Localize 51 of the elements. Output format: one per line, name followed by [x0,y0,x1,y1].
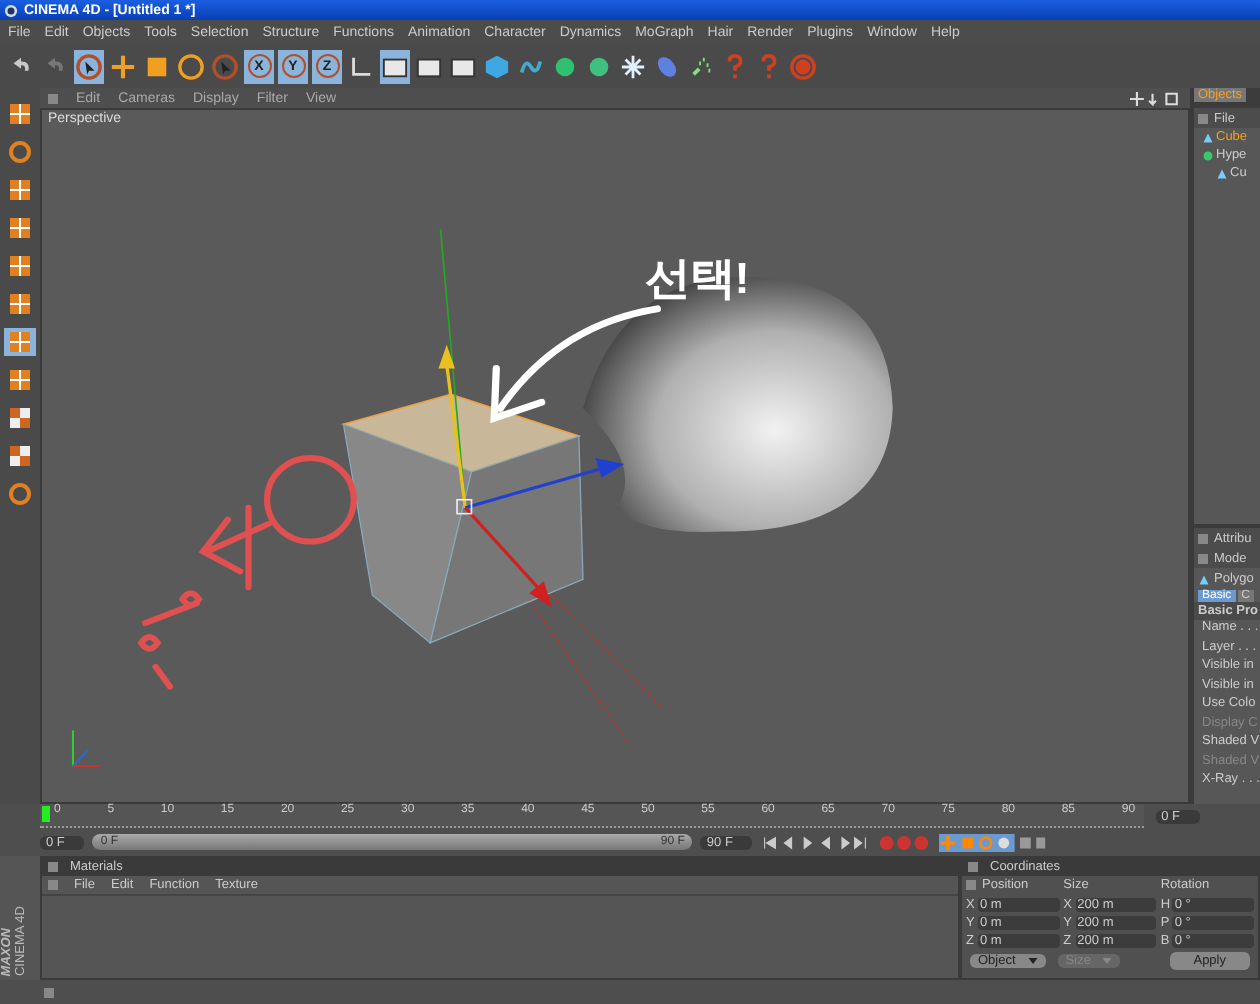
status-handle[interactable] [44,987,54,997]
grid-icon [8,102,32,126]
checker-icon [8,444,32,468]
pointer-icon [76,53,102,79]
triangle-icon [1216,167,1228,179]
handwritten-annotation: 선택! [644,253,750,303]
grid-icon [8,292,32,316]
sphere-icon [552,53,578,79]
tool-button[interactable] [4,404,36,432]
scale-icon [144,53,170,79]
grid-icon [8,368,32,392]
world-axis-icon [71,730,100,768]
record-icon [790,53,816,79]
caret-icon [1027,958,1038,964]
triangle-icon [1198,573,1210,585]
panel-handle[interactable] [1198,113,1208,123]
axis-icon [348,53,374,79]
particles-icon [688,53,714,79]
tool-button[interactable] [4,442,36,470]
grid-icon [8,254,32,278]
tool-button[interactable] [4,252,36,280]
burst-icon [620,53,646,79]
capsule-icon [654,53,680,79]
tool-button[interactable] [4,100,36,128]
checker-icon [8,406,32,430]
app-icon [4,3,18,17]
cube-object[interactable] [340,393,584,644]
caret-icon [1102,958,1113,964]
playback-controls-icon[interactable] [760,833,871,851]
grid-icon [8,330,32,354]
triangle-icon [1202,131,1214,143]
help-icon [722,53,748,79]
help-icon [756,53,782,79]
grid-icon [8,178,32,202]
playhead-marker[interactable] [42,806,50,822]
toolbar-button[interactable] [380,49,410,83]
view-navigation-icon[interactable] [1130,91,1182,105]
move-icon [110,53,136,79]
grid-icon [8,216,32,240]
move-gizmo-drawing[interactable] [438,344,625,608]
pointer-icon [212,53,238,79]
tool-button[interactable] [4,366,36,394]
tool-button[interactable] [4,214,36,242]
panel-handle[interactable] [48,93,58,103]
toolbar-button[interactable] [74,49,104,83]
tool-button[interactable] [4,290,36,318]
tool-button[interactable] [4,176,36,204]
cube-icon [484,53,510,79]
rotate-icon [178,53,204,79]
key-mode-icon[interactable] [938,833,1049,851]
sphere-icon [1202,149,1214,161]
